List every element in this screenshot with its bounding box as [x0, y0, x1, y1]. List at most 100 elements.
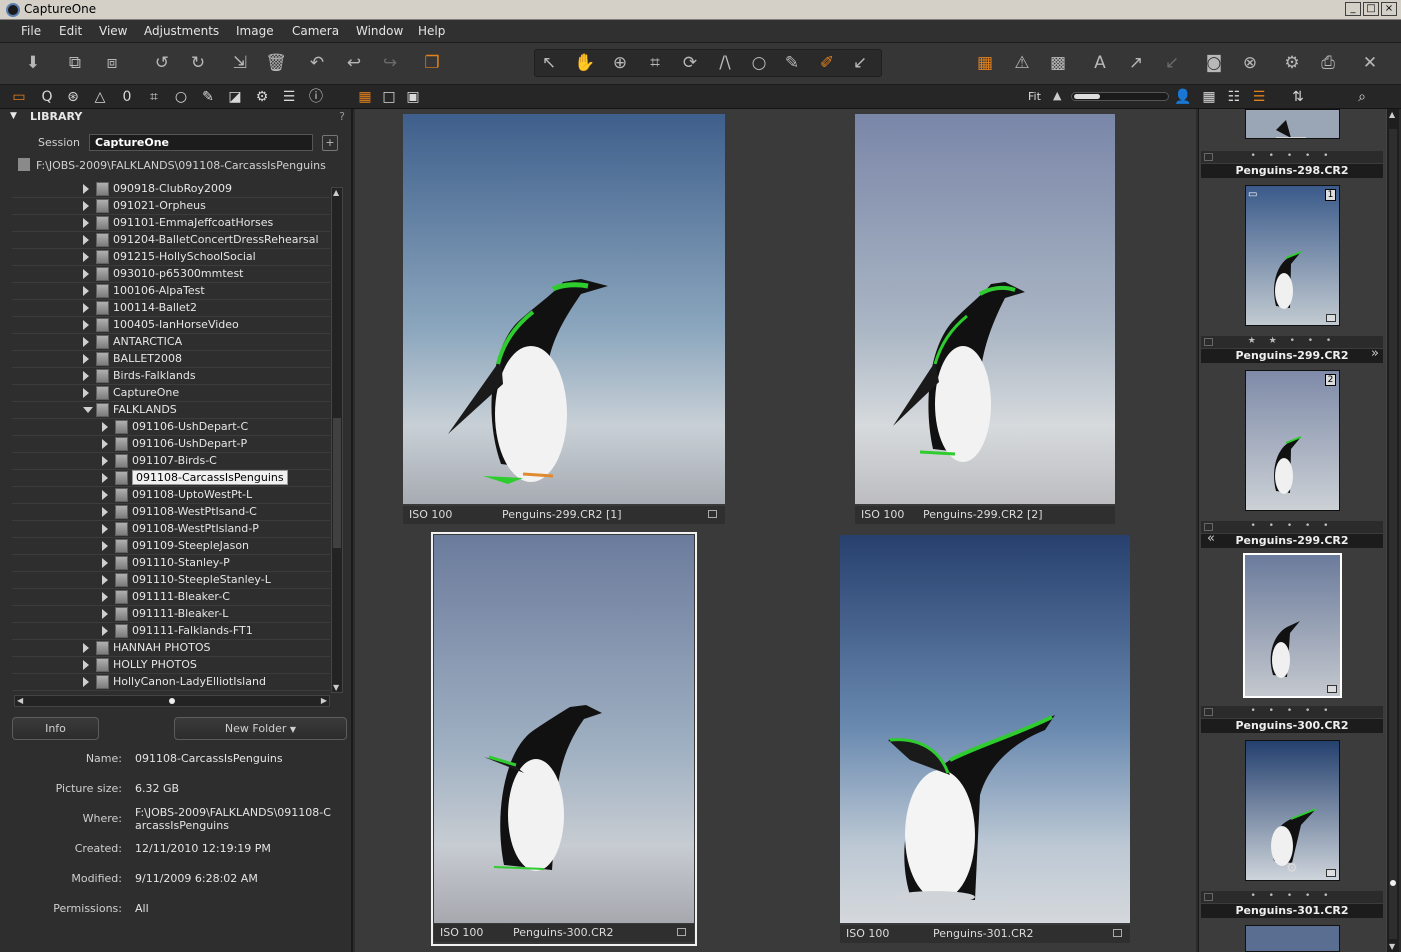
folder-row[interactable]: HollyCanon-LadyElliotIsland	[12, 674, 330, 691]
folder-row[interactable]: HOLLY PHOTOS	[12, 657, 330, 674]
warning-icon[interactable]: ⚠	[1010, 52, 1034, 74]
menu-view[interactable]: View	[99, 24, 127, 38]
folder-row[interactable]: 091204-BalletConcertDressRehearsal	[12, 232, 330, 249]
menu-window[interactable]: Window	[356, 24, 403, 38]
expand-right-icon[interactable]: »	[1371, 347, 1379, 361]
collapsed-arrow-icon[interactable]	[83, 201, 89, 211]
folder-row[interactable]: 091215-HollySchoolSocial	[12, 249, 330, 266]
collapsed-arrow-icon[interactable]	[102, 507, 108, 517]
undo-icon[interactable]: ↶	[305, 52, 329, 74]
overlay-icon[interactable]: ▦	[973, 52, 997, 74]
collapsed-arrow-icon[interactable]	[83, 286, 89, 296]
collapsed-arrow-icon[interactable]	[83, 218, 89, 228]
folder-row[interactable]: 100106-AlpaTest	[12, 283, 330, 300]
folder-row[interactable]: 090918-ClubRoy2009	[12, 181, 330, 198]
viewer-cell[interactable]: ISO 100 Penguins-299.CR2 [2]	[855, 114, 1115, 526]
rating-strip[interactable]: • • • • •	[1201, 706, 1383, 718]
thumbnails-icon[interactable]: ▦	[1199, 87, 1219, 107]
thumbnail-302[interactable]	[1245, 925, 1340, 952]
folder-row[interactable]: ANTARCTICA	[12, 334, 330, 351]
folder-row[interactable]: 091108-WestPtIsland-P	[12, 521, 330, 538]
rating-strip[interactable]: • • • • •	[1201, 891, 1383, 903]
hscroll-thumb[interactable]	[169, 698, 175, 704]
quick-tab-icon[interactable]: ⓘ	[306, 87, 326, 107]
menu-camera[interactable]: Camera	[292, 24, 339, 38]
folder-row[interactable]: 100405-IanHorseVideo	[12, 317, 330, 334]
rating-strip[interactable]: • • • • •	[1201, 521, 1383, 533]
rating-strip[interactable]: • • • • •	[1201, 151, 1383, 163]
folder-row[interactable]: 091101-EmmaJeffcoatHorses	[12, 215, 330, 232]
folder-row[interactable]: 091108-UptoWestPt-L	[12, 487, 330, 504]
single-view-icon[interactable]: ▣	[403, 87, 423, 107]
viewer-cell-selected[interactable]: ISO 100 Penguins-300.CR2	[431, 532, 697, 946]
folder-row[interactable]: 091108-CarcassIsPenguins	[12, 470, 330, 487]
rating-stars[interactable]: • • • • •	[1251, 521, 1334, 531]
lens-tab-icon[interactable]: 0	[117, 87, 137, 107]
collapsed-arrow-icon[interactable]	[83, 184, 89, 194]
collapsed-arrow-icon[interactable]	[83, 660, 89, 670]
expanded-arrow-icon[interactable]	[83, 407, 93, 413]
collapsed-arrow-icon[interactable]	[83, 677, 89, 687]
rating-stars[interactable]: ★ ★ • • •	[1248, 336, 1337, 346]
scroll-thumb[interactable]	[333, 418, 341, 548]
pick-icon[interactable]: ↙	[848, 52, 872, 74]
metadata-tab-icon[interactable]: ◪	[225, 87, 245, 107]
sort-icon[interactable]: ⇅	[1288, 87, 1308, 107]
collapsed-arrow-icon[interactable]	[102, 473, 108, 483]
photo-penguins-299-1[interactable]	[403, 114, 725, 504]
collapsed-arrow-icon[interactable]	[83, 269, 89, 279]
collapse-left-icon[interactable]: «	[1207, 532, 1215, 546]
folder-row[interactable]: 091111-Bleaker-C	[12, 589, 330, 606]
forward-icon[interactable]: ↪	[378, 52, 402, 74]
crop-icon[interactable]: ⌗	[643, 52, 667, 74]
collapsed-arrow-icon[interactable]	[102, 609, 108, 619]
exposure-tab-icon[interactable]: △	[90, 87, 110, 107]
thumbnail-301[interactable]: ⚙	[1245, 740, 1340, 881]
batch-tab-icon[interactable]: ☰	[279, 87, 299, 107]
menu-help[interactable]: Help	[418, 24, 445, 38]
folder-row[interactable]: Birds-Falklands	[12, 368, 330, 385]
new-folder-button[interactable]: New Folder ▼	[174, 717, 347, 740]
compare-icon[interactable]: ⧉	[63, 52, 87, 74]
text-icon[interactable]: A	[1088, 52, 1112, 74]
metadata-icon[interactable]	[1113, 929, 1122, 937]
keystone-icon[interactable]: /\	[713, 52, 737, 74]
details-tab-icon[interactable]: ○	[171, 87, 191, 107]
variants-icon[interactable]: ❐	[420, 52, 444, 74]
search-icon[interactable]: ⌕	[1352, 87, 1372, 107]
folder-row[interactable]: 100114-Ballet2	[12, 300, 330, 317]
collapsed-arrow-icon[interactable]	[83, 303, 89, 313]
folder-row[interactable]: HANNAH PHOTOS	[12, 640, 330, 657]
metadata-icon[interactable]	[1326, 869, 1336, 877]
tree-horizontal-scrollbar[interactable]: ◀ ▶	[14, 695, 330, 707]
info-button[interactable]: Info	[12, 717, 99, 740]
collapsed-arrow-icon[interactable]	[83, 337, 89, 347]
menu-adjustments[interactable]: Adjustments	[144, 24, 219, 38]
import-icon[interactable]: ⬇	[21, 52, 45, 74]
folder-row[interactable]: 091021-Orpheus	[12, 198, 330, 215]
person-icon[interactable]: 👤	[1173, 87, 1193, 107]
grid-icon[interactable]: ▩	[1046, 52, 1070, 74]
capture-tab-icon[interactable]: Q	[37, 87, 57, 107]
collapsed-arrow-icon[interactable]	[83, 643, 89, 653]
folder-row[interactable]: 091110-Stanley-P	[12, 555, 330, 572]
select-icon[interactable]: ↖	[537, 52, 561, 74]
copy-icon[interactable]: ↗	[1124, 52, 1148, 74]
folder-row[interactable]: 091110-SteepleStanley-L	[12, 572, 330, 589]
rotate-right-icon[interactable]: ↻	[186, 52, 210, 74]
scroll-thumb[interactable]	[1389, 129, 1397, 939]
collapsed-arrow-icon[interactable]	[102, 456, 108, 466]
metadata-icon[interactable]	[1326, 314, 1336, 322]
browser-scrollbar[interactable]: ▲ ▼	[1386, 109, 1399, 952]
apply-icon[interactable]: ↙	[1160, 52, 1184, 74]
brush-icon[interactable]: ✎	[780, 52, 804, 74]
move-to-folder-icon[interactable]: ⇲	[228, 52, 252, 74]
trash-icon[interactable]: 🗑	[264, 52, 288, 74]
folder-row[interactable]: 091106-UshDepart-P	[12, 436, 330, 453]
select-checkbox[interactable]	[1204, 153, 1213, 161]
library-tab-icon[interactable]: ▭	[9, 87, 29, 107]
collapsed-arrow-icon[interactable]	[102, 575, 108, 585]
collapse-arrow-icon[interactable]: ▼	[10, 111, 17, 121]
folder-row[interactable]: 091106-UshDepart-C	[12, 419, 330, 436]
folder-row[interactable]: 091111-Falklands-FT1	[12, 623, 330, 640]
